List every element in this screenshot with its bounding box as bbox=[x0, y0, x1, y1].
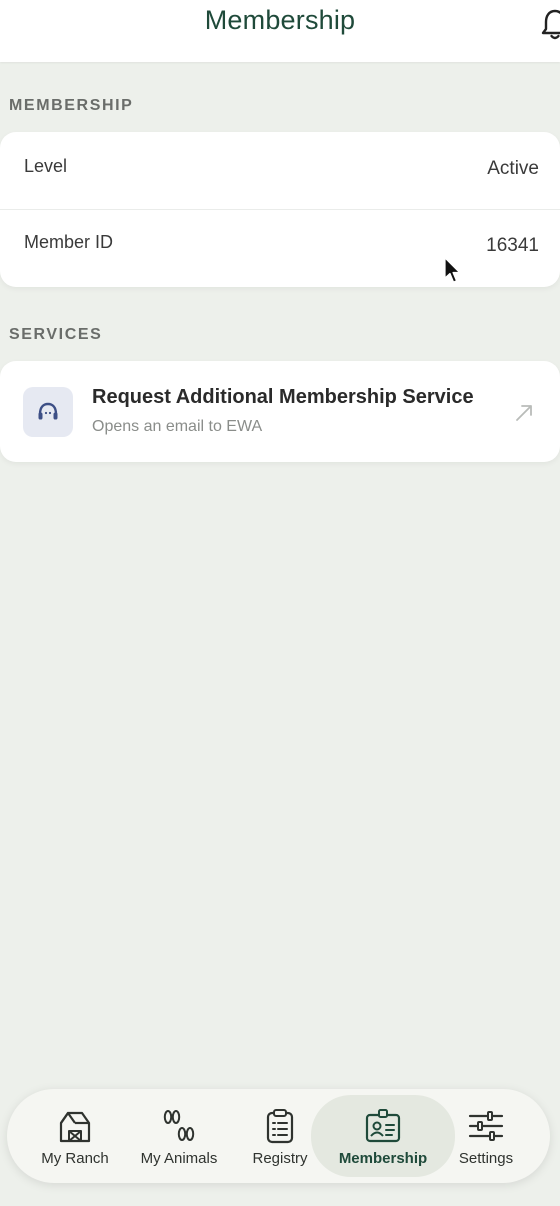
app-header: Membership bbox=[0, 0, 560, 62]
hoofprints-icon bbox=[163, 1110, 195, 1141]
section-label-membership: MEMBERSHIP bbox=[9, 97, 134, 114]
membership-row-member-id: Member ID 16341 bbox=[0, 209, 560, 287]
bottom-tab-bar: My Ranch My Animals Registry Membership bbox=[7, 1089, 550, 1183]
tab-my-animals[interactable]: My Animals bbox=[129, 1095, 229, 1177]
tab-label: My Ranch bbox=[41, 1150, 109, 1167]
tab-settings[interactable]: Settings bbox=[447, 1095, 525, 1177]
barn-icon bbox=[59, 1111, 91, 1143]
service-subtitle: Opens an email to EWA bbox=[92, 418, 263, 435]
tab-label: Membership bbox=[338, 1150, 428, 1167]
bell-icon[interactable] bbox=[540, 8, 560, 42]
tab-my-ranch[interactable]: My Ranch bbox=[23, 1095, 127, 1177]
service-title: Request Additional Membership Service bbox=[92, 386, 474, 408]
external-link-icon bbox=[516, 405, 532, 421]
row-value: Active bbox=[487, 158, 539, 179]
row-value: 16341 bbox=[486, 235, 539, 256]
row-label: Member ID bbox=[24, 232, 114, 252]
row-label: Level bbox=[24, 156, 68, 176]
sliders-icon bbox=[468, 1111, 504, 1141]
tab-membership[interactable]: Membership bbox=[311, 1095, 455, 1177]
membership-row-level: Level Active bbox=[0, 132, 560, 209]
page-title: Membership bbox=[204, 5, 356, 35]
tab-label: Settings bbox=[458, 1150, 514, 1167]
id-card-icon bbox=[365, 1109, 401, 1143]
section-label-services: SERVICES bbox=[9, 326, 103, 343]
headset-icon bbox=[38, 402, 58, 420]
tab-label: My Animals bbox=[140, 1150, 218, 1167]
service-icon-tile bbox=[23, 387, 73, 437]
membership-card: Level Active Member ID 16341 bbox=[0, 132, 560, 287]
clipboard-icon bbox=[266, 1109, 294, 1144]
mouse-cursor-icon bbox=[444, 257, 461, 283]
service-item-request[interactable]: Request Additional Membership Service Op… bbox=[0, 361, 560, 462]
